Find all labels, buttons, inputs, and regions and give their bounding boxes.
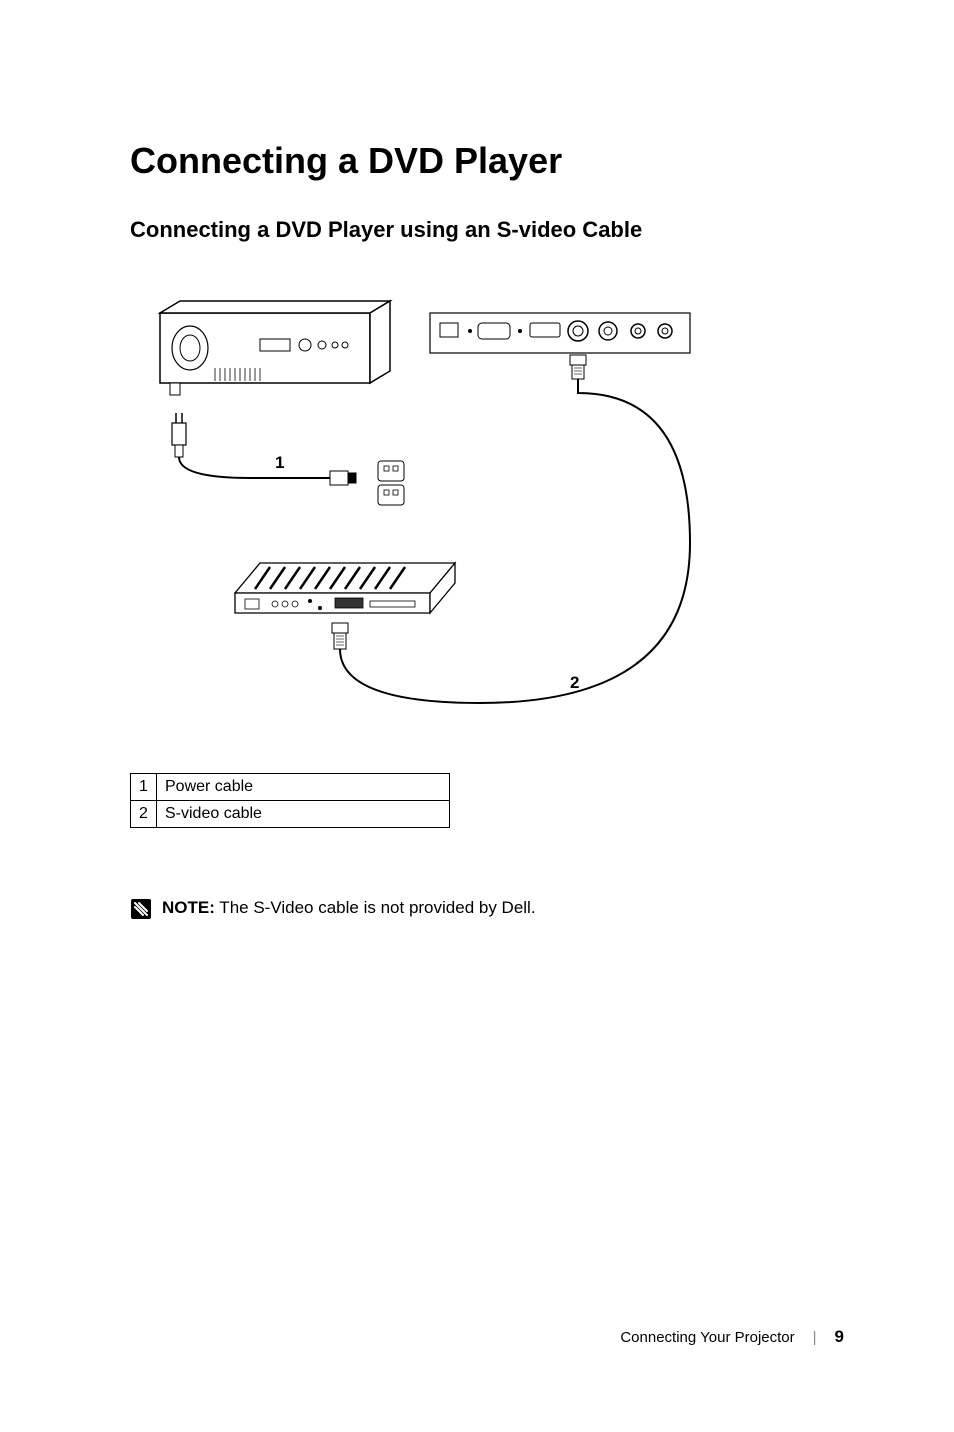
connection-diagram: 1 2	[130, 283, 700, 723]
note-prefix: NOTE:	[162, 898, 215, 917]
table-row: 2 S-video cable	[131, 801, 450, 828]
power-connector-icon	[330, 471, 356, 485]
note-text: NOTE: The S-Video cable is not provided …	[162, 898, 536, 918]
power-plug-icon	[172, 413, 186, 457]
power-cable-line	[179, 457, 330, 478]
callout-1: 1	[275, 453, 284, 472]
svideo-connector-dvd-icon	[332, 623, 348, 649]
note-block: NOTE: The S-Video cable is not provided …	[130, 898, 844, 920]
section-title: Connecting a DVD Player using an S-video…	[130, 217, 844, 243]
page-footer: Connecting Your Projector | 9	[620, 1327, 844, 1347]
dvd-player-icon	[235, 563, 455, 613]
callout-2: 2	[570, 673, 579, 692]
note-body: The S-Video cable is not provided by Del…	[215, 898, 536, 917]
diagram-svg: 1 2	[130, 283, 700, 723]
legend-table-wrap: 1 Power cable 2 S-video cable	[130, 773, 844, 828]
footer-divider: |	[813, 1329, 817, 1346]
legend-num-1: 1	[131, 774, 157, 801]
port-block-icon	[378, 461, 404, 505]
legend-table: 1 Power cable 2 S-video cable	[130, 773, 450, 828]
svideo-cable-line	[340, 379, 690, 703]
footer-section: Connecting Your Projector	[620, 1329, 794, 1346]
legend-label-1: Power cable	[157, 774, 450, 801]
note-icon	[130, 898, 152, 920]
projector-icon	[160, 301, 390, 395]
page-title: Connecting a DVD Player	[130, 140, 844, 182]
table-row: 1 Power cable	[131, 774, 450, 801]
legend-label-2: S-video cable	[157, 801, 450, 828]
footer-page-number: 9	[835, 1327, 844, 1347]
legend-num-2: 2	[131, 801, 157, 828]
projector-rear-panel-icon	[430, 313, 690, 379]
